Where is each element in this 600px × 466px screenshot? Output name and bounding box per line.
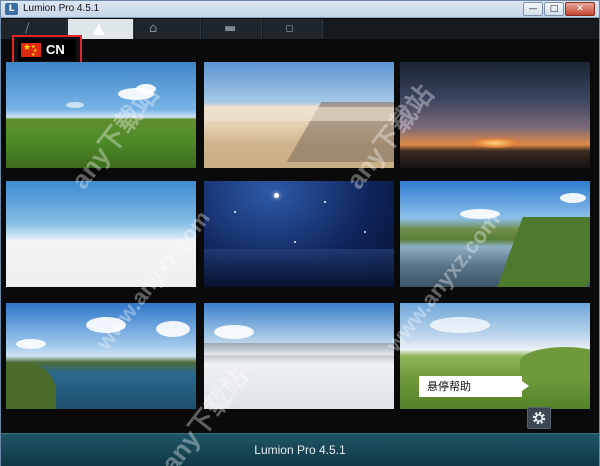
tab-load[interactable]: ▬ xyxy=(202,19,262,39)
scene-tile-desert[interactable] xyxy=(204,62,394,168)
scene-tile-river-valley[interactable] xyxy=(400,181,590,287)
language-label: CN xyxy=(46,42,65,57)
scene-tile-lake-clouds[interactable] xyxy=(6,303,196,409)
settings-button[interactable] xyxy=(527,407,551,429)
scene-tile-night[interactable] xyxy=(204,181,394,287)
status-bar: Lumion Pro 4.5.1 xyxy=(1,433,599,466)
tab-home[interactable]: ⌂ xyxy=(135,19,201,39)
top-toolbar: ∕ ▲ ⌂ ▬ ▫ xyxy=(1,19,599,39)
window-title: Lumion Pro 4.5.1 xyxy=(23,3,100,14)
application-window: L Lumion Pro 4.5.1 — □ ✕ ∕ ▲ ⌂ ▬ ▫ ★ ★ ★ xyxy=(0,0,600,466)
scene-tile-snow-mountain[interactable] xyxy=(204,303,394,409)
triangle-icon: ▲ xyxy=(93,19,105,37)
lumion-app-icon: L xyxy=(5,3,18,15)
logo-icon: ∕ xyxy=(25,21,30,36)
save-icon: ▫ xyxy=(285,21,294,36)
home-icon: ⌂ xyxy=(149,21,158,36)
china-flag-icon: ★ ★ ★ ★ xyxy=(21,43,41,58)
scene-tile-grassland[interactable] xyxy=(6,62,196,168)
tab-save[interactable]: ▫ xyxy=(263,19,323,39)
minimize-button[interactable]: — xyxy=(523,2,543,16)
gear-icon xyxy=(532,411,546,425)
footer-title: Lumion Pro 4.5.1 xyxy=(254,443,346,457)
close-button[interactable]: ✕ xyxy=(565,2,595,16)
folder-icon: ▬ xyxy=(224,21,237,36)
language-button[interactable]: ★ ★ ★ ★ CN xyxy=(18,39,76,61)
scene-tile-white-plane[interactable] xyxy=(6,181,196,287)
scene-tile-sunset[interactable] xyxy=(400,62,590,168)
maximize-button[interactable]: □ xyxy=(544,2,564,16)
title-bar[interactable]: L Lumion Pro 4.5.1 — □ ✕ xyxy=(1,1,599,18)
hover-help-tooltip: 悬停帮助 xyxy=(419,376,529,397)
